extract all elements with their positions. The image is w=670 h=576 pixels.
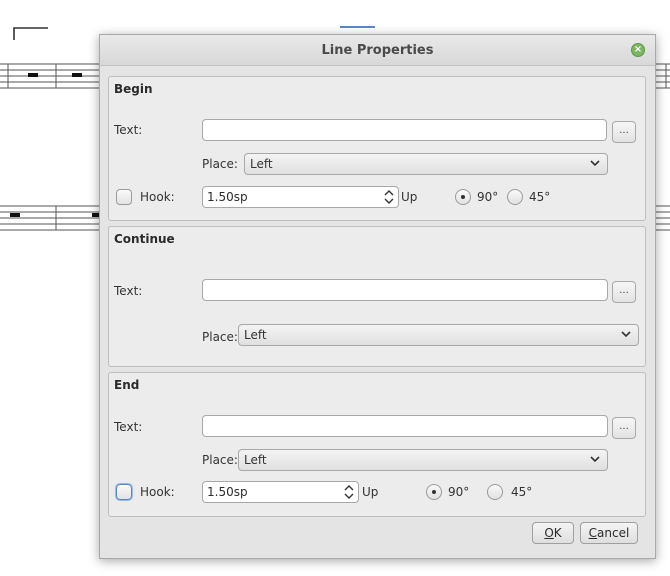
begin-hook-label: Hook: [140, 190, 175, 204]
cancel-mnemonic: C [588, 526, 598, 540]
begin-angle-90-label: 90° [477, 190, 499, 204]
end-angle-45-radio[interactable] [487, 484, 503, 500]
end-hook-checkbox[interactable] [116, 484, 132, 500]
end-hook-height-value: 1.50sp [207, 485, 248, 499]
ok-label-rest: K [553, 526, 562, 540]
continue-text-browse-button[interactable]: ... [612, 281, 636, 303]
begin-angle-45-label: 45° [529, 190, 551, 204]
end-angle-90-label: 90° [448, 485, 470, 499]
begin-hook-height-spinbox[interactable]: 1.50sp [202, 186, 399, 208]
end-text-label: Text: [114, 420, 143, 434]
continue-place-label: Place: [202, 330, 238, 344]
spin-arrows-icon[interactable] [384, 189, 394, 205]
begin-angle-45-radio[interactable] [507, 189, 523, 205]
end-hook-label: Hook: [140, 485, 175, 499]
rest-symbol [28, 73, 38, 77]
end-group: End Text: ... Place: Left Hook: 1.50sp U… [108, 372, 646, 517]
end-group-title: End [114, 378, 140, 392]
continue-place-select[interactable]: Left [238, 324, 639, 346]
begin-text-browse-button[interactable]: ... [612, 121, 636, 143]
begin-text-input[interactable] [202, 119, 607, 141]
rest-symbol [10, 213, 20, 217]
end-place-value: Left [244, 453, 267, 467]
continue-group: Continue Text: ... Place: Left [108, 226, 646, 367]
ok-mnemonic: O [544, 526, 554, 540]
end-text-browse-button[interactable]: ... [612, 417, 636, 439]
line-properties-dialog: Line Properties × Begin Text: ... Place:… [99, 34, 656, 559]
rest-symbol [72, 73, 82, 77]
begin-group: Begin Text: ... Place: Left Hook: 1.50sp… [108, 76, 646, 221]
staff-upper-right [656, 63, 670, 89]
continue-group-title: Continue [114, 232, 175, 246]
close-icon[interactable]: × [631, 43, 645, 57]
continue-text-label: Text: [114, 284, 143, 298]
begin-angle-90-radio[interactable] [455, 189, 471, 205]
title-bar[interactable]: Line Properties × [100, 35, 655, 66]
chevron-down-icon [621, 331, 631, 338]
end-place-select[interactable]: Left [238, 449, 608, 471]
begin-place-label: Place: [202, 157, 238, 171]
line-bracket [13, 27, 48, 40]
staff-lower-right [656, 205, 670, 231]
continue-text-input[interactable] [202, 279, 608, 301]
dialog-title: Line Properties [321, 43, 434, 58]
begin-place-value: Left [250, 157, 273, 171]
begin-place-select[interactable]: Left [244, 153, 608, 175]
continue-place-value: Left [244, 328, 267, 342]
end-text-input[interactable] [202, 415, 608, 437]
begin-hook-height-value: 1.50sp [207, 190, 248, 204]
chevron-down-icon [590, 456, 600, 463]
chevron-down-icon [590, 160, 600, 167]
ok-button[interactable]: OK [532, 522, 574, 544]
end-hook-height-spinbox[interactable]: 1.50sp [202, 481, 359, 503]
end-place-label: Place: [202, 453, 238, 467]
end-angle-45-label: 45° [511, 485, 533, 499]
end-hook-up-label: Up [362, 485, 379, 499]
cancel-button[interactable]: Cancel [580, 522, 638, 544]
begin-hook-up-label: Up [401, 190, 418, 204]
begin-group-title: Begin [114, 82, 153, 96]
cancel-label-rest: ancel [597, 526, 630, 540]
spin-arrows-icon[interactable] [344, 484, 354, 500]
begin-text-label: Text: [114, 123, 143, 137]
begin-hook-checkbox[interactable] [116, 189, 132, 205]
staff-upper-left [0, 63, 100, 89]
staff-lower-left [0, 205, 100, 231]
end-angle-90-radio[interactable] [426, 484, 442, 500]
